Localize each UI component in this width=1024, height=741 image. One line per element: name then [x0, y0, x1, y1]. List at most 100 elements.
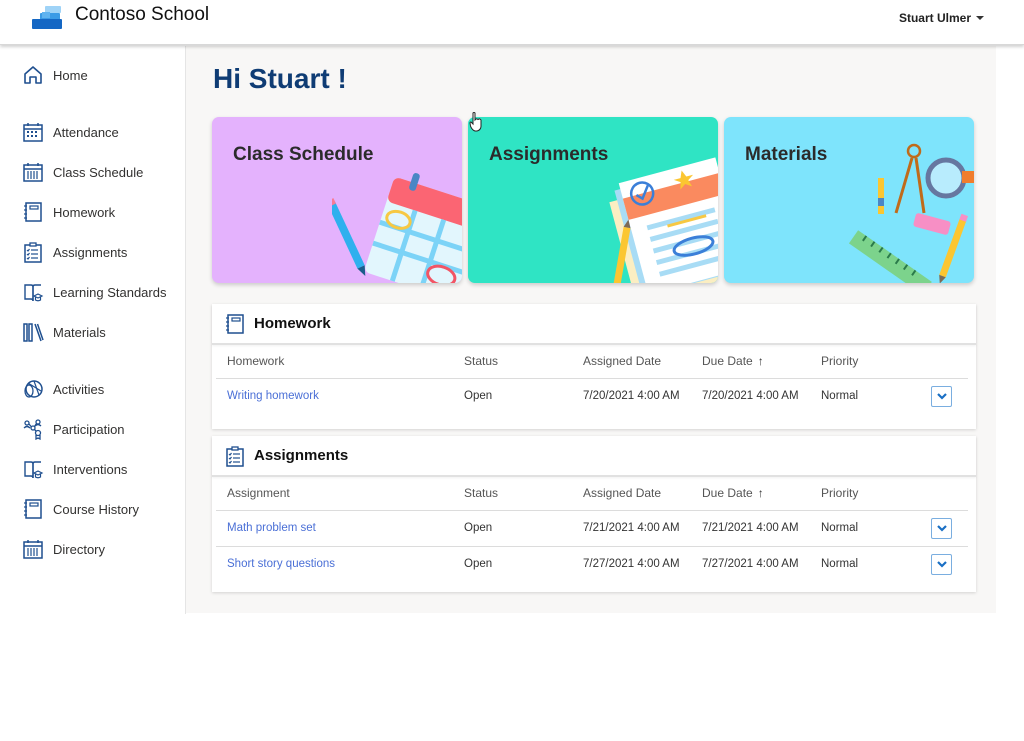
- status-cell: Open: [464, 558, 493, 571]
- column-header-assigned-date[interactable]: Assigned Date: [572, 345, 691, 379]
- calendar-icon: [23, 163, 43, 182]
- notebook-icon: [24, 499, 42, 519]
- sidebar-item-label: Course History: [53, 501, 139, 517]
- sidebar-item-label: Learning Standards: [53, 284, 167, 300]
- column-header-label: Due Date: [702, 354, 753, 369]
- assignments-table: Assignment Status Assigned Date Due Date…: [216, 477, 968, 582]
- sidebar-item-interventions[interactable]: Interventions: [22, 457, 127, 481]
- caret-down-icon: [976, 16, 984, 20]
- sidebar-item-label: Class Schedule: [53, 164, 144, 180]
- due-date-cell: 7/27/2021 4:00 AM: [702, 558, 799, 571]
- column-header-assignment[interactable]: Assignment: [216, 477, 453, 511]
- tile-materials[interactable]: Materials: [724, 117, 974, 283]
- clipboard-list-icon: [226, 445, 244, 467]
- panel-header: Assignments: [212, 436, 976, 477]
- assigned-date-cell: 7/20/2021 4:00 AM: [583, 390, 680, 403]
- assignment-link[interactable]: Math problem set: [227, 522, 316, 534]
- sort-ascending-icon: ↑: [757, 354, 764, 369]
- homework-table: Homework Status Assigned Date Due Date ↑ …: [216, 345, 968, 414]
- panel-title: Assignments: [254, 447, 349, 464]
- sidebar-item-course-history[interactable]: Course History: [22, 497, 139, 521]
- sidebar-item-label: Attendance: [53, 124, 119, 140]
- column-header-status[interactable]: Status: [453, 345, 572, 379]
- calendar-icon: [23, 540, 43, 559]
- book-graduation-icon: [24, 284, 44, 302]
- greeting-heading: Hi Stuart !: [213, 63, 347, 94]
- sidebar-item-label: Materials: [53, 324, 106, 340]
- expand-row-button[interactable]: [931, 385, 952, 407]
- column-header-due-date[interactable]: Due Date ↑: [691, 345, 810, 379]
- app-title: Contoso School: [75, 4, 210, 25]
- priority-cell: Normal: [821, 558, 859, 571]
- panel-header: Homework: [212, 304, 976, 345]
- sidebar-item-learning-standards[interactable]: Learning Standards: [22, 280, 166, 304]
- notebook-icon: [226, 313, 244, 334]
- sidebar-item-label: Home: [53, 67, 88, 83]
- main-content: Hi Stuart ! Class Schedule Assignments M…: [186, 46, 996, 613]
- expand-row-button[interactable]: [931, 517, 952, 539]
- sidebar-item-participation[interactable]: Participation: [22, 417, 125, 441]
- column-header-label: Due Date: [702, 486, 753, 501]
- column-header-homework[interactable]: Homework: [216, 345, 453, 379]
- assignment-papers-illustration-icon: [609, 157, 718, 283]
- due-date-cell: 7/20/2021 4:00 AM: [702, 390, 799, 403]
- homework-link[interactable]: Writing homework: [227, 390, 319, 402]
- top-header: Contoso School Stuart Ulmer: [0, 0, 1024, 45]
- calendar-illustration-icon: [332, 173, 462, 283]
- tile-title: Assignments: [489, 144, 609, 165]
- table-header-row: Assignment Status Assigned Date Due Date…: [216, 477, 968, 511]
- sidebar: Home Attendance Class Schedule Homework …: [0, 46, 186, 614]
- due-date-cell: 7/21/2021 4:00 AM: [691, 510, 810, 547]
- sidebar-item-materials[interactable]: Materials: [22, 320, 106, 344]
- table-header-row: Homework Status Assigned Date Due Date ↑ …: [216, 345, 968, 379]
- sidebar-item-label: Activities: [53, 381, 105, 397]
- notebook-icon: [24, 202, 42, 222]
- sports-ball-icon: [24, 380, 43, 398]
- panel-title: Homework: [254, 315, 331, 332]
- column-header-priority[interactable]: Priority: [810, 345, 920, 379]
- home-icon: [24, 66, 42, 84]
- chevron-down-icon: [936, 392, 947, 400]
- column-header-assigned-date[interactable]: Assigned Date: [572, 477, 691, 511]
- sidebar-item-label: Interventions: [53, 461, 128, 477]
- people-network-icon: [23, 419, 42, 440]
- homework-panel: Homework Homework Status Assigned Date D…: [212, 304, 976, 429]
- assignment-link[interactable]: Short story questions: [227, 558, 335, 570]
- library-books-icon: [23, 323, 44, 342]
- sidebar-item-label: Homework: [53, 204, 116, 220]
- sidebar-item-homework[interactable]: Homework: [22, 200, 115, 224]
- assignments-panel: Assignments Assignment Status Assigned D…: [212, 436, 976, 592]
- sidebar-item-assignments[interactable]: Assignments: [22, 240, 127, 264]
- user-name: Stuart Ulmer: [898, 11, 971, 25]
- sort-ascending-icon: ↑: [757, 486, 764, 501]
- tile-assignments[interactable]: Assignments: [468, 117, 718, 283]
- clipboard-list-icon: [24, 242, 42, 263]
- sidebar-item-activities[interactable]: Activities: [22, 377, 104, 401]
- user-menu[interactable]: Stuart Ulmer: [899, 11, 984, 25]
- chevron-down-icon: [936, 560, 947, 568]
- table-row: Math problem set Open 7/21/2021 4:00 AM …: [216, 510, 968, 547]
- priority-cell: Normal: [810, 510, 920, 547]
- tile-title: Materials: [745, 144, 828, 165]
- sidebar-item-home[interactable]: Home: [22, 63, 88, 87]
- assigned-date-cell: 7/21/2021 4:00 AM: [572, 510, 691, 547]
- column-header-priority[interactable]: Priority: [810, 477, 920, 511]
- table-row: Writing homework Open 7/20/2021 4:00 AM …: [216, 378, 968, 414]
- column-header-due-date[interactable]: Due Date ↑: [691, 477, 810, 511]
- table-row: Short story questions Open 7/27/2021 4:0…: [216, 546, 968, 582]
- book-graduation-icon: [24, 461, 44, 479]
- calendar-grid-icon: [23, 123, 43, 142]
- sidebar-item-directory[interactable]: Directory: [22, 537, 105, 561]
- tile-class-schedule[interactable]: Class Schedule: [212, 117, 462, 283]
- column-header-status[interactable]: Status: [453, 477, 572, 511]
- contoso-logo-icon: [32, 6, 62, 29]
- sidebar-item-class-schedule[interactable]: Class Schedule: [22, 160, 143, 184]
- sidebar-item-label: Directory: [53, 541, 106, 557]
- expand-row-button[interactable]: [931, 553, 952, 575]
- priority-cell: Normal: [821, 390, 859, 403]
- sidebar-item-attendance[interactable]: Attendance: [22, 120, 119, 144]
- school-supplies-illustration-icon: [848, 143, 974, 283]
- sidebar-item-label: Participation: [53, 421, 125, 437]
- assigned-date-cell: 7/27/2021 4:00 AM: [583, 558, 680, 571]
- chevron-down-icon: [936, 524, 947, 532]
